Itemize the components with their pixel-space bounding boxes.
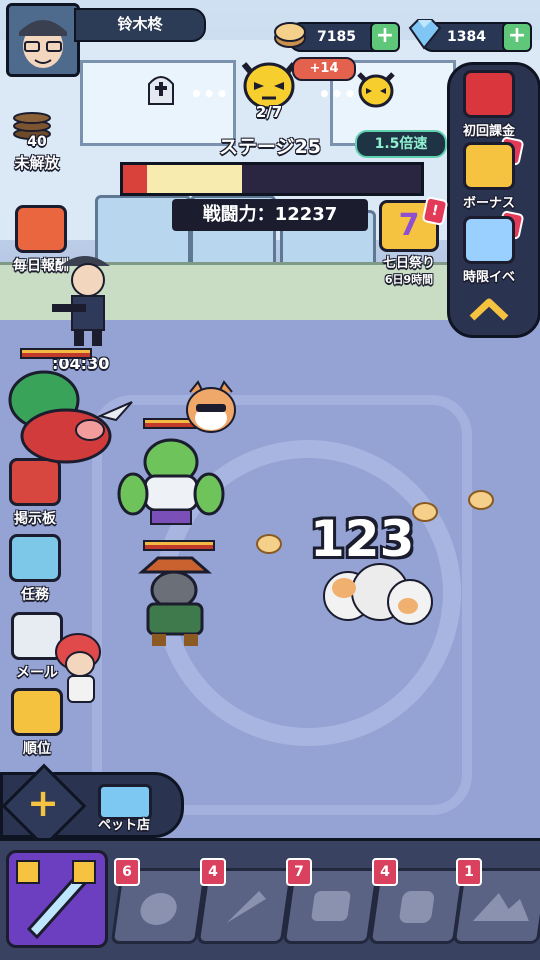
chevron-up-icon bbox=[469, 298, 509, 321]
gift-box-icon bbox=[463, 70, 515, 118]
stage-progress-fill bbox=[123, 165, 243, 193]
game-screen: 铃木柊 7185 + 1384 + ••• +14 2/7 ••• ステージ25… bbox=[0, 0, 540, 960]
first-purchase-button[interactable]: 初回課金 bbox=[448, 70, 530, 139]
green-brute-character bbox=[115, 432, 225, 528]
bonus-label: ボーナス bbox=[462, 196, 515, 211]
dog-pet bbox=[180, 380, 242, 436]
demon-skull-icon bbox=[355, 70, 397, 108]
player-avatar[interactable] bbox=[6, 3, 80, 77]
bulletin-label: 掲示板 bbox=[14, 511, 56, 527]
gold-coin-icon bbox=[272, 16, 308, 52]
stage-progress-bar bbox=[120, 162, 424, 196]
gift-box-icon bbox=[15, 205, 67, 253]
combat-power: 戦闘力：12237 bbox=[172, 199, 368, 231]
festival-label: 七日祭り bbox=[382, 256, 435, 271]
wave-dots: ••• bbox=[190, 82, 229, 106]
tombstone-icon bbox=[145, 70, 177, 106]
tab-badge: 1 bbox=[456, 858, 482, 886]
stage-title: ステージ25 bbox=[218, 136, 322, 158]
player-name: 铃木柊 bbox=[117, 15, 163, 33]
tab-badge: 4 bbox=[200, 858, 226, 886]
tab-badge: 4 bbox=[372, 858, 398, 886]
cowboy-character bbox=[122, 552, 228, 648]
speed-toggle-button[interactable]: 1.5倍速 bbox=[355, 130, 447, 158]
ally-health-bar bbox=[143, 540, 215, 551]
gem-amount: 1384 bbox=[447, 29, 486, 45]
first-purchase-label: 初回課金 bbox=[462, 124, 515, 139]
gold-coin-icon bbox=[256, 534, 282, 554]
ranking-label: 順位 bbox=[23, 741, 51, 757]
bonus-button[interactable]: ボーナス bbox=[448, 142, 530, 211]
clipboard-icon bbox=[9, 534, 61, 582]
tasks-label: 任務 bbox=[21, 587, 49, 603]
wave-dots: ••• bbox=[318, 82, 357, 106]
festival-timer: 6日9時間 bbox=[384, 273, 434, 286]
collapse-menu-button[interactable] bbox=[466, 296, 512, 322]
pet-shop-button[interactable]: ペット店 bbox=[84, 814, 164, 833]
add-coins-button[interactable]: + bbox=[370, 22, 400, 52]
locked-count: 40 bbox=[27, 134, 47, 150]
red-hair-character bbox=[40, 630, 110, 710]
tab-battle[interactable] bbox=[6, 850, 108, 948]
player-name-bar: 铃木柊 bbox=[74, 8, 206, 42]
tab-badge: 7 bbox=[286, 858, 312, 886]
locked-label[interactable]: 未解放 bbox=[4, 152, 70, 173]
tab-badge: 6 bbox=[114, 858, 140, 886]
tasks-button[interactable]: 任務 bbox=[0, 534, 76, 604]
limited-event-label: 時限イベ bbox=[462, 270, 515, 285]
reward-badge: +14 bbox=[292, 57, 356, 81]
sheep-enemy bbox=[318, 552, 438, 642]
plus-icon: + bbox=[27, 781, 59, 825]
sword-icon bbox=[16, 860, 96, 940]
gem-icon bbox=[406, 18, 442, 50]
hero-character bbox=[52, 248, 118, 348]
coin-amount: 7185 bbox=[317, 29, 356, 45]
wave-counter: 2/7 bbox=[255, 103, 283, 121]
enemy-health-bar bbox=[20, 348, 92, 359]
treasure-icon bbox=[463, 142, 515, 190]
plus-icon: + bbox=[507, 23, 527, 48]
limited-event-button[interactable]: 時限イベ bbox=[448, 216, 530, 285]
gold-coin-icon bbox=[412, 502, 438, 522]
gold-coin-icon bbox=[468, 490, 494, 510]
crystal-icon bbox=[463, 216, 515, 264]
add-gems-button[interactable]: + bbox=[502, 22, 532, 52]
plus-icon: + bbox=[375, 23, 395, 48]
